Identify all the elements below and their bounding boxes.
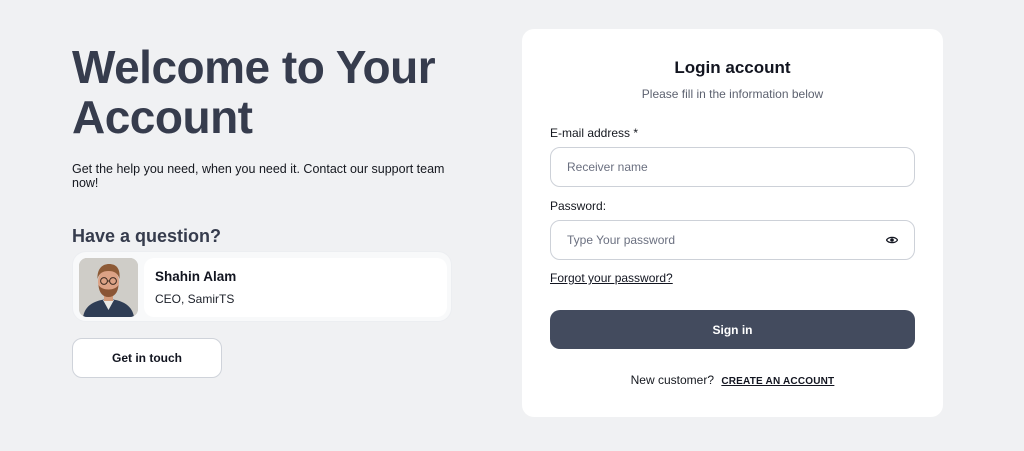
password-label: Password: [550, 199, 607, 213]
contact-name: Shahin Alam [155, 269, 237, 284]
welcome-subtitle: Get the help you need, when you need it.… [72, 162, 445, 190]
email-field[interactable] [551, 148, 914, 186]
password-field-wrapper [550, 220, 915, 260]
avatar-photo-icon [79, 258, 138, 317]
page-title: Welcome to Your Account [72, 42, 462, 142]
page-title-line-1: Welcome to Your [72, 41, 436, 93]
login-title: Login account [674, 58, 791, 77]
email-field-wrapper [550, 147, 915, 187]
login-page: Welcome to Your Account Get the help you… [0, 0, 1024, 451]
welcome-section: Welcome to Your Account Get the help you… [72, 42, 462, 247]
contact-card: Shahin Alam CEO, SamirTS [72, 251, 452, 322]
get-in-touch-button[interactable]: Get in touch [72, 338, 222, 378]
forgot-password-link[interactable]: Forgot your password? [550, 271, 673, 285]
eye-icon[interactable] [886, 234, 898, 246]
new-customer-row: New customer? CREATE AN ACCOUNT [522, 373, 943, 387]
password-field[interactable] [551, 221, 914, 259]
contact-info: Shahin Alam CEO, SamirTS [144, 258, 447, 317]
question-heading: Have a question? [72, 226, 222, 246]
login-card: Login account Please fill in the informa… [522, 29, 943, 417]
page-title-line-2: Account [72, 91, 253, 143]
contact-role: CEO, SamirTS [155, 292, 235, 306]
new-customer-text: New customer? [630, 373, 714, 387]
email-label: E-mail address * [550, 126, 639, 140]
login-subtitle: Please fill in the information below [641, 87, 824, 101]
create-account-link[interactable]: CREATE AN ACCOUNT [721, 376, 834, 387]
avatar [79, 258, 138, 317]
sign-in-button[interactable]: Sign in [550, 310, 915, 349]
